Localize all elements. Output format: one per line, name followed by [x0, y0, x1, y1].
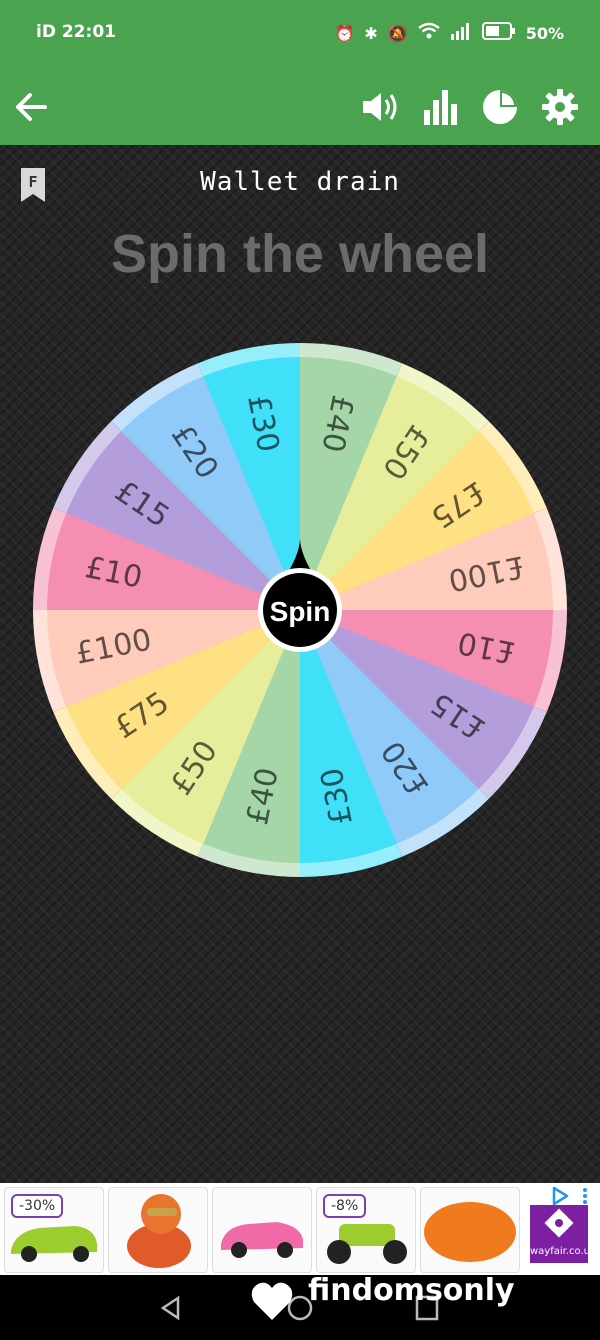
ad-discount-badge: -30% [11, 1194, 64, 1218]
mute-icon: 🔕 [387, 23, 408, 43]
stats-icon[interactable] [417, 84, 463, 130]
spin-label: Spin [270, 596, 331, 627]
status-icons: ⏰ ✱ 🔕 50% [334, 22, 564, 44]
nav-back-icon[interactable] [158, 1295, 184, 1321]
app-bar [0, 70, 600, 145]
watermark: findomsonly [250, 1268, 595, 1332]
battery-icon [481, 22, 516, 44]
heart-icon [251, 1282, 293, 1320]
ad-choices-icon[interactable] [550, 1186, 570, 1206]
ad-discount-badge: -8% [323, 1194, 367, 1218]
pie-icon[interactable] [477, 84, 523, 130]
watermark-text: findomsonly [308, 1273, 515, 1308]
pink-car-image [221, 1222, 303, 1258]
orange-rug-image [424, 1202, 516, 1262]
wifi-icon [417, 22, 440, 44]
status-time: iD 22:01 [36, 22, 116, 42]
wheel-name: Wallet drain [200, 167, 400, 197]
spin-wheel[interactable]: £40 £50£75£100£10£15£20£30£40£50£75£100£1… [30, 340, 570, 880]
ad-product-rug[interactable] [420, 1187, 520, 1273]
ad-product-quad[interactable]: -8% [316, 1187, 416, 1273]
main-content: F Wallet drain Spin the wheel £40 £50 £75 £… [0, 145, 600, 1185]
ad-product-bulldog[interactable] [108, 1187, 208, 1273]
volume-icon[interactable] [357, 84, 403, 130]
page-heading: Spin the wheel [110, 224, 490, 284]
wayfair-mark-icon [544, 1208, 574, 1238]
watermark-logo: findomsonly [251, 1273, 515, 1320]
ad-menu-icon[interactable] [580, 1186, 590, 1206]
signal-icon [450, 22, 472, 44]
alarm-icon: ⏰ [334, 23, 355, 43]
ad-banner[interactable]: -30% -8% wayfair.co.uk [0, 1183, 600, 1275]
bluetooth-icon: ✱ [364, 23, 378, 43]
bulldog-figurine-image [127, 1194, 191, 1268]
battery-percent: 50% [525, 23, 564, 43]
back-arrow-icon[interactable] [8, 84, 54, 130]
wayfair-brand: wayfair.co.uk [530, 1246, 596, 1257]
wayfair-logo[interactable]: wayfair.co.uk [530, 1205, 596, 1263]
status-bar: iD 22:01 ⏰ ✱ 🔕 50% [0, 0, 600, 70]
settings-icon[interactable] [537, 84, 583, 130]
ad-product-car[interactable]: -30% [4, 1187, 104, 1273]
ad-product-pink-car[interactable] [212, 1187, 312, 1273]
